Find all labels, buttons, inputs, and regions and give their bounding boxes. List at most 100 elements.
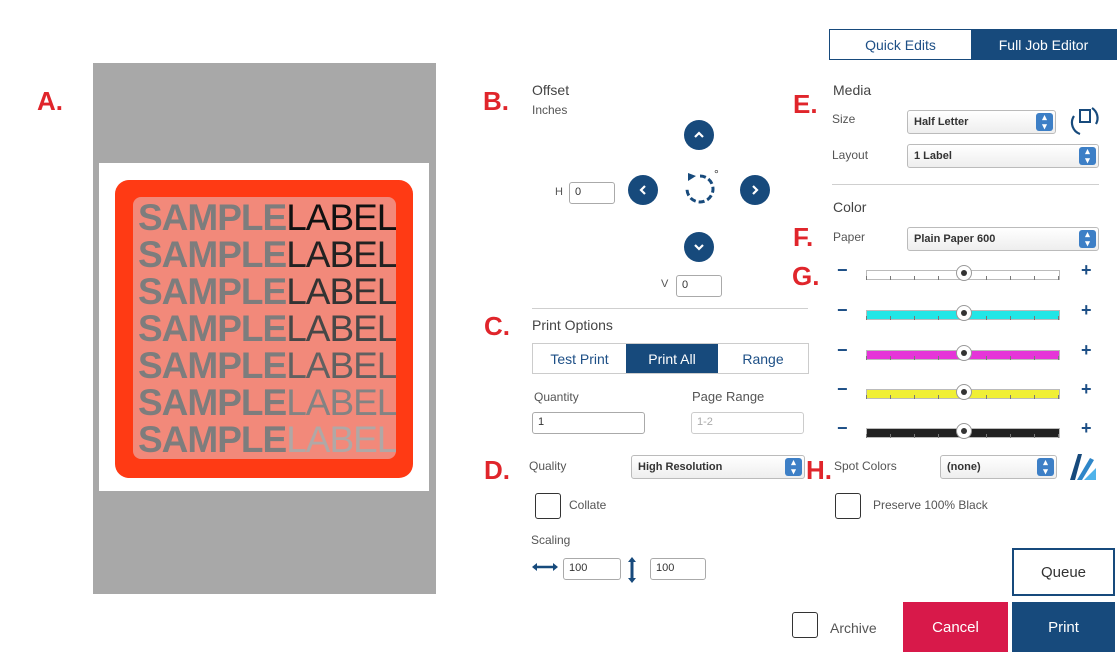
decrease-black-button[interactable]: − <box>837 418 848 439</box>
scale-horizontal-input[interactable]: 100 <box>563 558 621 580</box>
marker-g: G. <box>792 261 820 291</box>
size-select[interactable]: Half Letter ▴ ▾ <box>907 110 1056 134</box>
quality-select-value: High Resolution <box>638 461 723 473</box>
cyan-slider[interactable] <box>866 302 1060 324</box>
decrease-magenta-button[interactable]: − <box>837 340 848 361</box>
layout-select[interactable]: 1 Label ▴ ▾ <box>907 144 1099 168</box>
marker-d: D. <box>484 455 510 485</box>
slider-knob[interactable] <box>956 345 972 361</box>
preserve-black-label: Preserve 100% Black <box>873 498 988 512</box>
paper-label: Paper <box>833 230 866 244</box>
offset-right-button[interactable] <box>740 175 770 205</box>
collate-checkbox[interactable] <box>535 493 561 519</box>
marker-h: H. <box>806 455 832 485</box>
scaling-label: Scaling <box>531 533 571 547</box>
marker-c: C. <box>484 311 510 341</box>
test-print-button[interactable]: Test Print <box>533 344 626 373</box>
offset-v-input[interactable]: 0 <box>676 275 722 297</box>
size-select-value: Half Letter <box>914 116 969 128</box>
sample-text: SAMPLE <box>138 308 287 349</box>
slider-knob[interactable] <box>956 423 972 439</box>
select-caret-icon: ▴ ▾ <box>1079 230 1096 248</box>
editor-mode-toggle: Quick Edits Full Job Editor <box>829 29 1117 60</box>
sample-label-row: SAMPLELABEL <box>138 273 396 310</box>
horizontal-scale-icon <box>532 563 558 571</box>
sample-label-row: SAMPLELABEL <box>138 421 396 458</box>
archive-checkbox[interactable] <box>792 612 818 638</box>
offset-up-button[interactable] <box>684 120 714 150</box>
black-slider[interactable] <box>866 420 1060 442</box>
spot-color-swatch-icon[interactable] <box>1066 450 1098 482</box>
sample-text: SAMPLE <box>138 382 287 423</box>
marker-e: E. <box>793 89 818 119</box>
select-caret-icon: ▴ ▾ <box>1036 113 1053 131</box>
print-mode-toggle: Test Print Print All Range <box>532 343 809 374</box>
yellow-slider[interactable] <box>866 381 1060 403</box>
queue-button[interactable]: Queue <box>1012 548 1115 596</box>
preserve-black-checkbox[interactable] <box>835 493 861 519</box>
paper-select[interactable]: Plain Paper 600 ▴ ▾ <box>907 227 1099 251</box>
spot-colors-label: Spot Colors <box>834 459 897 473</box>
label-text: LABEL <box>286 308 396 349</box>
tab-full-job-editor[interactable]: Full Job Editor <box>971 30 1116 59</box>
sample-text: SAMPLE <box>138 271 287 312</box>
decrease-yellow-button[interactable]: − <box>837 379 848 400</box>
select-caret-icon: ▴ ▾ <box>785 458 802 476</box>
increase-magenta-button[interactable]: + <box>1081 340 1092 361</box>
chevron-up-icon <box>694 131 704 138</box>
rotate-button[interactable]: ° <box>680 167 720 210</box>
label-text: LABEL <box>286 345 396 386</box>
quality-label: Quality <box>529 459 567 473</box>
overall-slider[interactable] <box>866 262 1060 284</box>
increase-overall-button[interactable]: + <box>1081 260 1092 281</box>
rotate-degree-symbol: ° <box>714 167 719 181</box>
increase-yellow-button[interactable]: + <box>1081 379 1092 400</box>
paper-select-value: Plain Paper 600 <box>914 233 996 245</box>
rotate-media-icon[interactable] <box>1066 104 1100 138</box>
select-caret-icon: ▴ ▾ <box>1079 147 1096 165</box>
quantity-label: Quantity <box>534 390 579 404</box>
label-text: LABEL <box>286 271 396 312</box>
print-all-button[interactable]: Print All <box>626 344 718 373</box>
label-text: LABEL <box>286 382 396 423</box>
label-text: LABEL <box>286 419 396 459</box>
sample-text: SAMPLE <box>138 345 287 386</box>
magenta-slider[interactable] <box>866 342 1060 364</box>
divider-media <box>832 184 1099 185</box>
sample-text: SAMPLE <box>138 234 287 275</box>
slider-knob[interactable] <box>956 265 972 281</box>
offset-h-input[interactable]: 0 <box>569 182 615 204</box>
media-title: Media <box>833 82 872 98</box>
range-button[interactable]: Range <box>718 344 808 373</box>
quantity-input[interactable]: 1 <box>532 412 645 434</box>
spot-colors-value: (none) <box>947 461 981 473</box>
chevron-down-icon <box>694 244 704 251</box>
chevron-right-icon <box>752 185 759 195</box>
layout-label: Layout <box>832 148 869 162</box>
tab-quick-edits[interactable]: Quick Edits <box>830 30 971 59</box>
offset-title: Offset <box>532 82 570 98</box>
label-text: LABEL <box>286 234 396 275</box>
decrease-overall-button[interactable]: − <box>837 260 848 281</box>
offset-left-button[interactable] <box>628 175 658 205</box>
label-text: LABEL <box>286 197 396 238</box>
decrease-cyan-button[interactable]: − <box>837 300 848 321</box>
cancel-button[interactable]: Cancel <box>903 602 1008 652</box>
sample-text: SAMPLE <box>138 419 287 459</box>
layout-select-value: 1 Label <box>914 150 952 162</box>
offset-h-label: H <box>555 186 563 198</box>
slider-knob[interactable] <box>956 384 972 400</box>
marker-b: B. <box>483 86 509 116</box>
increase-cyan-button[interactable]: + <box>1081 300 1092 321</box>
vertical-scale-icon <box>628 557 636 583</box>
scale-vertical-input[interactable]: 100 <box>650 558 706 580</box>
increase-black-button[interactable]: + <box>1081 418 1092 439</box>
sample-label-row: SAMPLELABEL <box>138 310 396 347</box>
spot-colors-select[interactable]: (none) ▴ ▾ <box>940 455 1057 479</box>
quality-select[interactable]: High Resolution ▴ ▾ <box>631 455 805 479</box>
print-button[interactable]: Print <box>1012 602 1115 652</box>
offset-down-button[interactable] <box>684 232 714 262</box>
slider-knob[interactable] <box>956 305 972 321</box>
print-options-title: Print Options <box>532 317 613 333</box>
page-range-input[interactable]: 1-2 <box>691 412 804 434</box>
